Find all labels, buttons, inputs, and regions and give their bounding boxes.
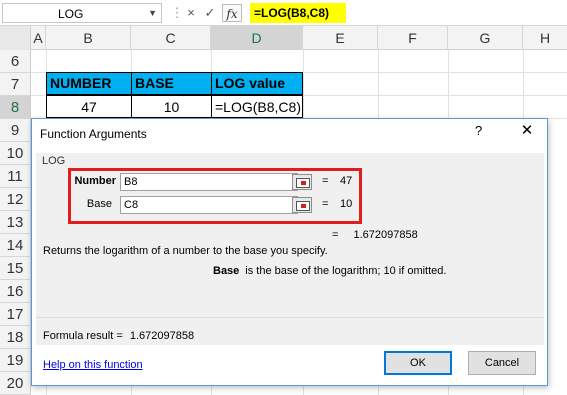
row-header-13[interactable]: 13 [0,211,31,234]
select-all-corner[interactable] [0,26,31,50]
column-header-f[interactable]: F [378,26,448,50]
cancel-icon[interactable]: × [182,4,200,22]
row-header-9[interactable]: 9 [0,119,31,142]
name-box-value: LOG [58,7,84,21]
formula-result: Formula result = 1.672097858 [43,330,194,342]
column-header-a[interactable]: A [31,26,46,50]
number-arg-input[interactable]: B8 [120,173,298,191]
equals-sign: = [332,229,339,241]
chevron-down-icon[interactable]: ▼ [148,8,157,18]
row-header-12[interactable]: 12 [0,188,31,211]
column-header-e[interactable]: E [303,26,378,50]
row-header-15[interactable]: 15 [0,257,31,280]
row-header-8[interactable]: 8 [0,96,31,119]
divider [36,317,544,318]
column-header-c[interactable]: C [131,26,211,50]
row-header-14[interactable]: 14 [0,234,31,257]
row-header-7[interactable]: 7 [0,73,31,96]
header-cell-log-value[interactable]: LOG value [211,72,303,95]
collapse-dialog-icon[interactable] [292,197,312,213]
row-header-18[interactable]: 18 [0,326,31,349]
argument-help-text: is the base of the logarithm; 10 if omit… [245,265,447,277]
row-header-19[interactable]: 19 [0,349,31,372]
help-icon[interactable]: ? [475,123,482,138]
formula-bar: LOG ▼ ⋮ × ✓ fx =LOG(B8,C8) [0,0,567,26]
row-header-6[interactable]: 6 [0,50,31,73]
argument-name: Base [213,265,240,277]
cell-c8[interactable]: 10 [131,95,212,118]
help-link[interactable]: Help on this function [43,359,143,371]
argument-description: Base is the base of the logarithm; 10 if … [213,265,446,277]
cancel-button[interactable]: Cancel [468,351,536,375]
arg-result-base: 10 [340,198,353,210]
arg-label-base: Base [86,198,112,210]
function-description: Returns the logarithm of a number to the… [43,245,328,257]
column-header-b[interactable]: B [46,26,131,50]
function-result: = 1.672097858 [332,229,418,241]
column-header-d[interactable]: D [211,26,303,50]
function-arguments-dialog: Function Arguments ? ✕ LOG Number B8 = 4… [31,118,548,386]
equals-sign: = [322,175,329,187]
enter-icon[interactable]: ✓ [201,4,219,22]
row-header-17[interactable]: 17 [0,303,31,326]
function-name-label: LOG [42,155,66,167]
base-arg-input[interactable]: C8 [120,196,298,214]
row-header-20[interactable]: 20 [0,372,31,395]
cell-d8[interactable]: =LOG(B8,C8) [211,95,303,118]
formula-result-value: 1.672097858 [129,330,195,342]
insert-function-icon[interactable]: fx [222,4,242,22]
column-headers: A B C D E F G H [0,26,567,50]
header-cell-base[interactable]: BASE [131,72,212,95]
equals-sign: = [322,198,329,210]
formula-result-label: Formula result = [43,330,123,342]
row-header-10[interactable]: 10 [0,142,31,165]
cell-b8[interactable]: 47 [46,95,132,118]
collapse-dialog-icon[interactable] [292,174,312,190]
close-icon[interactable]: ✕ [517,121,537,141]
row-header-16[interactable]: 16 [0,280,31,303]
header-cell-number[interactable]: NUMBER [46,72,132,95]
formula-input[interactable]: =LOG(B8,C8) [250,3,346,23]
ok-button[interactable]: OK [384,351,452,375]
row-header-11[interactable]: 11 [0,165,31,188]
arg-label-number: Number [74,175,116,187]
column-header-g[interactable]: G [448,26,523,50]
name-box[interactable]: LOG ▼ [2,3,162,23]
column-header-h[interactable]: H [523,26,567,50]
dialog-title: Function Arguments [40,127,147,141]
arg-result-number: 47 [340,175,353,187]
function-result-value: 1.672097858 [353,229,418,241]
